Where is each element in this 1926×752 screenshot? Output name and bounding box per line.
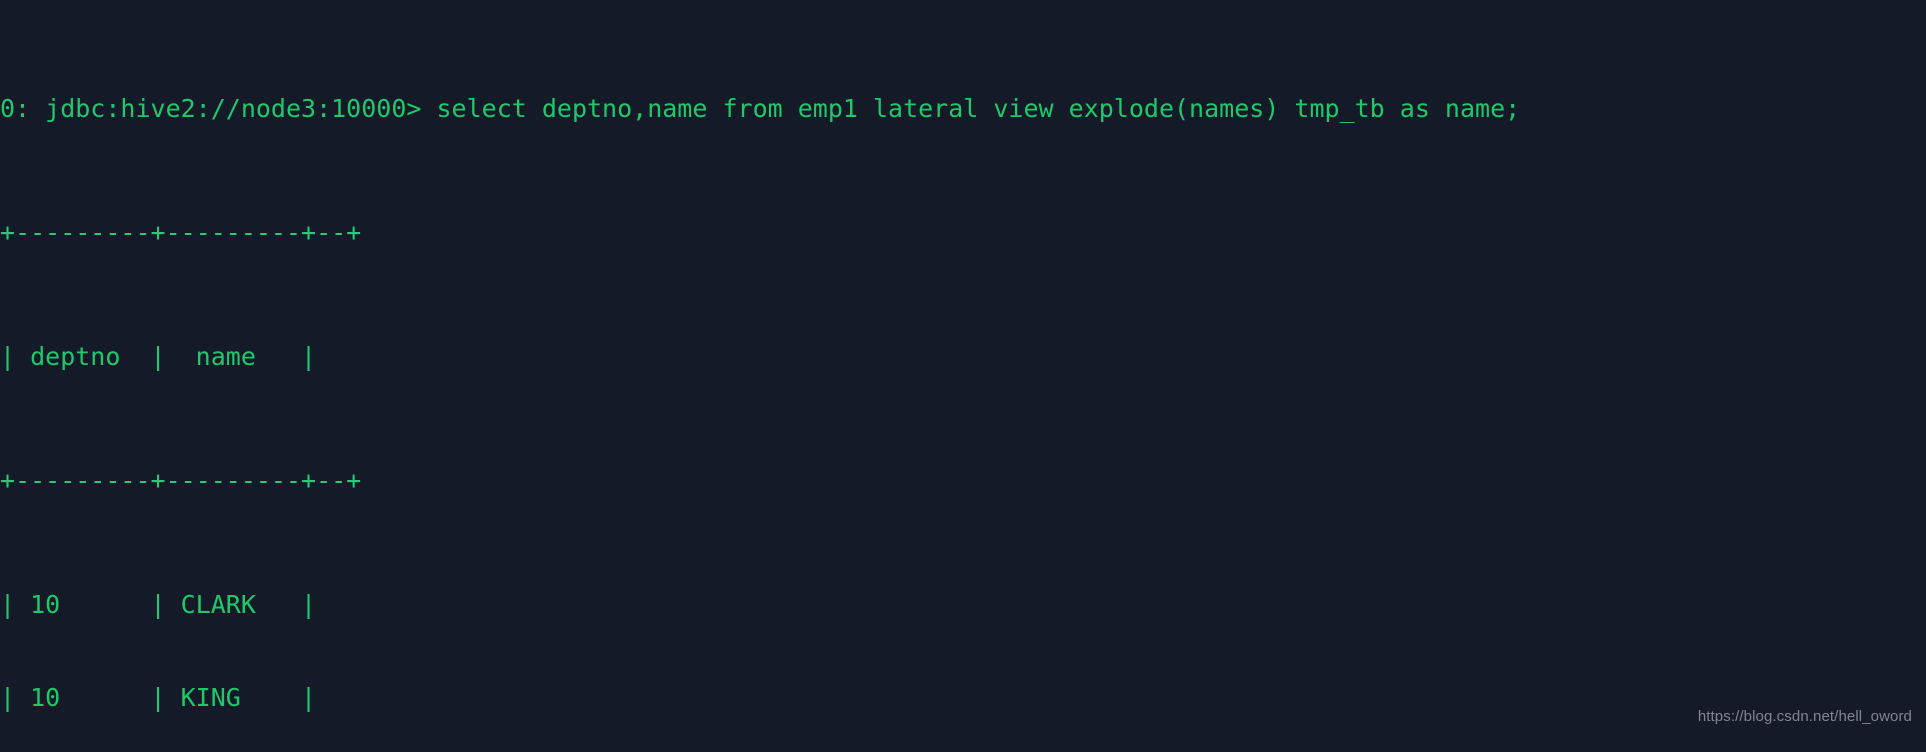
table-row: | 10 | KING | xyxy=(0,683,317,712)
terminal-output: 0: jdbc:hive2://node3:10000> select dept… xyxy=(0,0,1926,752)
table-header-rule: +---------+---------+--+ xyxy=(0,466,362,495)
table-top-rule: +---------+---------+--+ xyxy=(0,218,362,247)
table-row: | 10 | CLARK | xyxy=(0,590,317,619)
table-header-row: | deptno | name | xyxy=(0,342,317,371)
blog-watermark: https://blog.csdn.net/hell_oword xyxy=(1697,708,1912,725)
terminal-window[interactable]: 0: jdbc:hive2://node3:10000> select dept… xyxy=(0,0,1926,752)
prompt-command-line: 0: jdbc:hive2://node3:10000> select dept… xyxy=(0,94,1521,123)
